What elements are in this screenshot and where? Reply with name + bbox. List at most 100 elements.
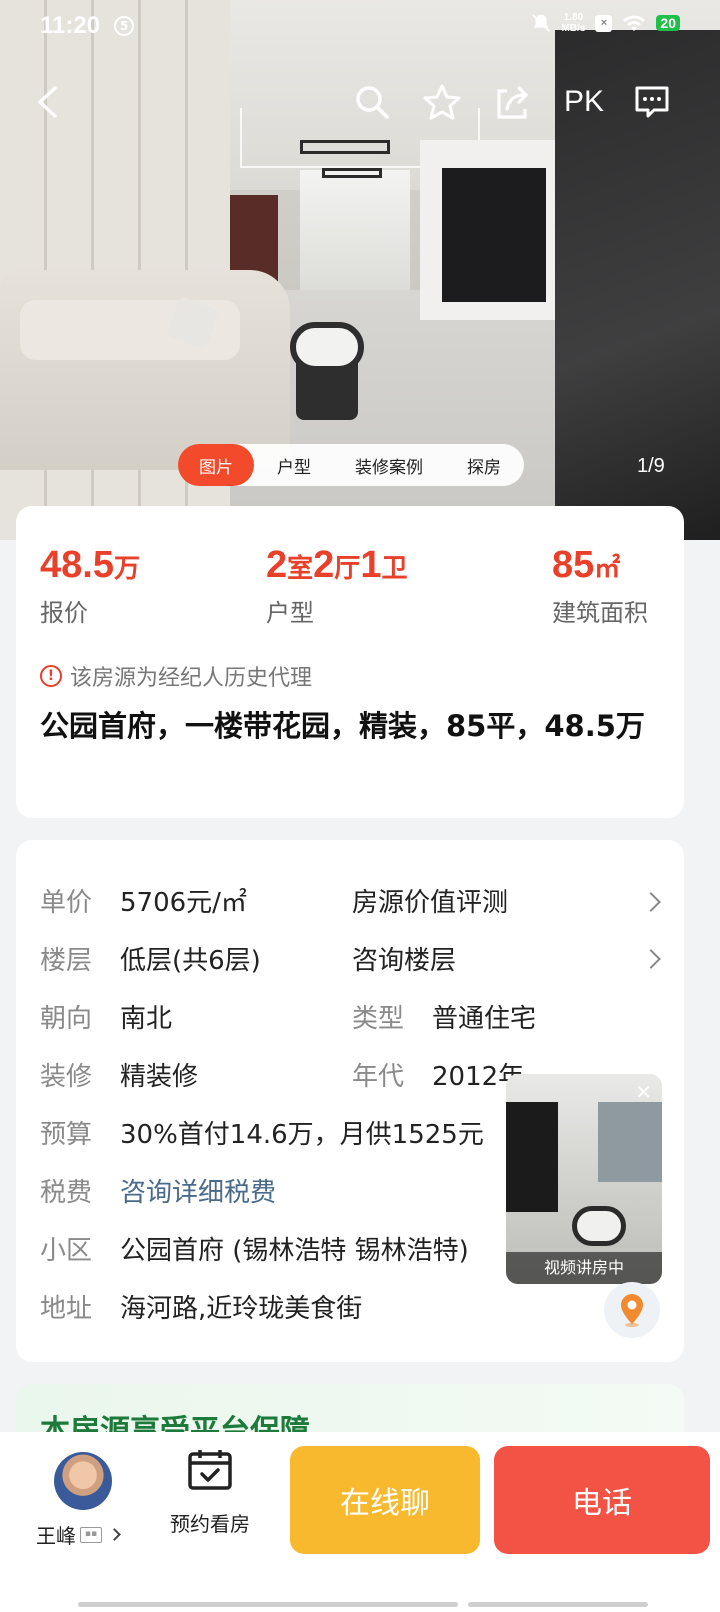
detail-orientation: 朝向 南北	[40, 998, 172, 1035]
share-icon	[497, 86, 529, 119]
photo-coffee-table-top	[290, 322, 364, 372]
layout-rooms-unit: 室	[287, 554, 314, 584]
detail-budget[interactable]: 预算 30%首付14.6万，月供1525元	[40, 1114, 484, 1151]
id-card-icon: ▪▪	[80, 1526, 102, 1543]
detail-value: 低层(共6层)	[120, 946, 261, 976]
notice-text: 该房源为经纪人历史代理	[70, 666, 313, 691]
star-icon	[423, 84, 461, 120]
close-icon[interactable]: ✕	[635, 1080, 652, 1104]
area-value: 85	[552, 544, 595, 586]
battery-level: 20	[656, 15, 680, 31]
network-speed: 1.80 MB/s	[562, 12, 586, 34]
online-chat-button[interactable]: 在线聊	[290, 1446, 480, 1554]
agent-history-notice: ! 该房源为经纪人历史代理	[40, 660, 312, 692]
detail-value: 普通住宅	[432, 1004, 537, 1034]
area-stat: 85㎡ 建筑面积	[552, 544, 648, 628]
detail-key: 预算	[40, 1120, 93, 1150]
detail-value: 海河路,近玲珑美食街	[120, 1294, 363, 1324]
chevron-right-icon[interactable]	[641, 949, 661, 969]
detail-decoration: 装修 精装修	[40, 1056, 198, 1093]
agent-avatar[interactable]	[54, 1452, 112, 1510]
detail-key: 地址	[40, 1294, 93, 1324]
detail-key: 税费	[40, 1178, 93, 1208]
detail-community[interactable]: 小区 公园首府 (锡林浩特 锡林浩特)	[40, 1230, 469, 1267]
chevron-right-icon	[108, 1528, 121, 1541]
price-stat: 48.5万 报价	[40, 544, 140, 628]
agent-name-row[interactable]: 王峰 ▪▪	[36, 1520, 121, 1549]
detail-value: 精装修	[120, 1062, 199, 1092]
calendar-check-icon	[188, 1450, 232, 1490]
detail-key: 类型	[352, 1004, 405, 1034]
value-eval-link[interactable]: 房源价值评测	[352, 882, 508, 919]
pk-compare-button[interactable]: PK	[552, 76, 616, 128]
warning-icon: !	[40, 665, 62, 687]
share-button[interactable]	[486, 76, 538, 128]
tab-photos[interactable]: 图片	[178, 444, 254, 486]
detail-key: 小区	[40, 1236, 93, 1266]
detail-floor: 楼层 低层(共6层)	[40, 940, 261, 977]
photo-tv	[442, 168, 546, 302]
value-eval-label: 房源价值评测	[352, 888, 509, 918]
layout-label: 户型	[266, 599, 314, 627]
location-pin-icon	[621, 1294, 643, 1327]
detail-key: 单价	[40, 888, 93, 918]
detail-key: 朝向	[40, 1004, 93, 1034]
detail-tax: 税费 咨询详细税费	[40, 1172, 276, 1209]
favorite-button[interactable]	[416, 76, 468, 128]
area-label: 建筑面积	[552, 599, 648, 627]
status-right: 1.80 MB/s × 20	[530, 12, 680, 34]
top-nav: PK	[0, 76, 720, 132]
detail-value: 公园首府 (锡林浩特 锡林浩特)	[120, 1236, 469, 1266]
detail-value: 5706元/㎡	[120, 888, 247, 918]
tab-house-tour[interactable]: 探房	[444, 444, 524, 486]
listing-title: 公园首府，一楼带花园，精装，85平，48.5万	[40, 709, 645, 743]
price-unit: 万	[113, 554, 140, 584]
status-time: 11:20	[40, 12, 101, 39]
photo-lamp-lower	[322, 168, 382, 178]
agent-name: 王峰	[36, 1524, 76, 1548]
gesture-bar-left	[78, 1602, 458, 1607]
price-label: 报价	[40, 599, 88, 627]
video-frame-window	[598, 1102, 662, 1182]
gallery-tabs: 图片 户型 装修案例 探房	[178, 444, 524, 486]
wifi-icon	[623, 15, 646, 31]
tax-consult-link[interactable]: 咨询详细税费	[120, 1172, 276, 1209]
detail-value: 30%首付14.6万，月供1525元	[120, 1120, 484, 1150]
price-value: 48.5	[40, 544, 114, 586]
layout-halls: 2	[313, 544, 335, 586]
video-caption: 视频讲房中	[506, 1252, 662, 1284]
gesture-bar-right	[468, 1602, 648, 1607]
search-icon	[356, 86, 389, 119]
area-unit: ㎡	[594, 554, 621, 584]
layout-stat: 2室2厅1卫 户型	[266, 544, 407, 628]
sim-off-icon: ×	[595, 14, 613, 32]
layout-halls-unit: 厅	[334, 554, 361, 584]
appointment-button[interactable]: 预约看房	[162, 1448, 258, 1537]
back-button[interactable]	[22, 76, 74, 128]
floor-consult-link[interactable]: 咨询楼层	[352, 940, 456, 977]
tab-decoration-cases[interactable]: 装修案例	[334, 444, 444, 486]
video-tour-floating-window[interactable]: ✕ 视频讲房中	[506, 1074, 662, 1284]
layout-rooms: 2	[266, 544, 288, 586]
search-button[interactable]	[346, 76, 398, 128]
detail-type: 类型 普通住宅	[352, 998, 536, 1035]
phone-call-button[interactable]: 电话	[494, 1446, 710, 1554]
video-frame-tv	[506, 1102, 558, 1212]
detail-year: 年代 2012年	[352, 1056, 524, 1093]
network-speed-value: 1.80	[563, 12, 584, 23]
photo-counter: 1/9	[637, 455, 665, 477]
detail-key: 装修	[40, 1062, 93, 1092]
network-speed-unit: MB/s	[561, 23, 586, 34]
message-button[interactable]	[626, 76, 678, 128]
bottom-action-bar: 王峰 ▪▪ 预约看房 在线聊 电话	[0, 1432, 720, 1612]
floor-consult-label: 咨询楼层	[352, 946, 457, 976]
status-bar: 11:20 5 1.80 MB/s × 20	[0, 0, 720, 54]
chevron-right-icon[interactable]	[641, 892, 661, 912]
detail-key: 年代	[352, 1062, 405, 1092]
tab-floorplan[interactable]: 户型	[254, 444, 334, 486]
detail-key: 楼层	[40, 946, 93, 976]
map-location-button[interactable]	[604, 1282, 660, 1338]
photo-hallway	[300, 170, 410, 290]
back-arrow-icon	[38, 86, 57, 118]
detail-address[interactable]: 地址 海河路,近玲珑美食街	[40, 1288, 362, 1325]
